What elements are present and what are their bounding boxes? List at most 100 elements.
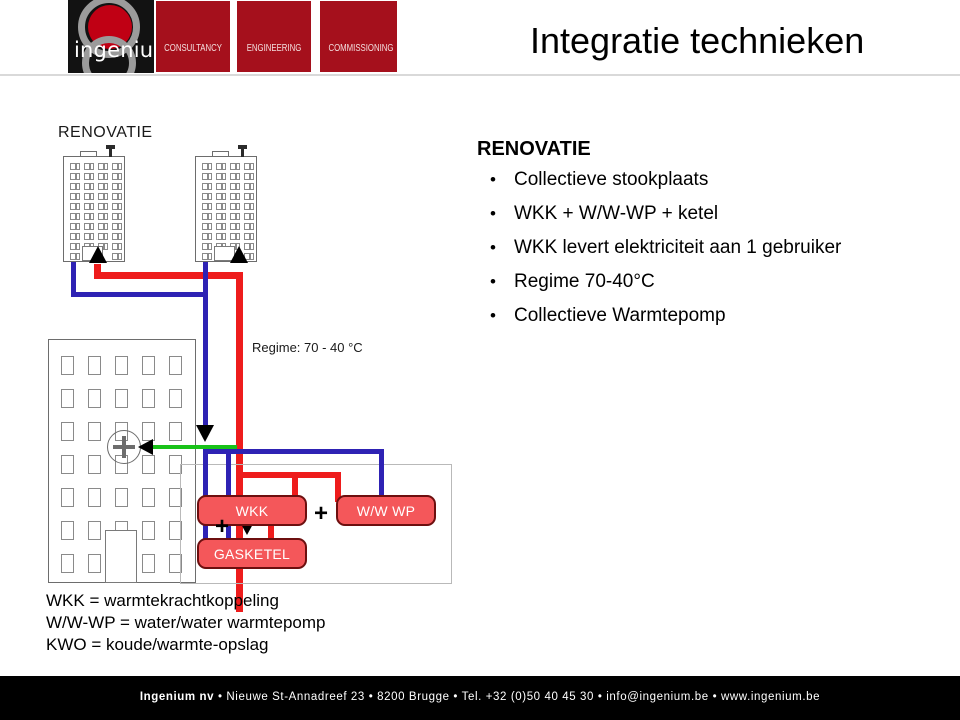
supply-arrow-right-tower: [230, 246, 248, 263]
building-window: [84, 183, 94, 190]
window-mullion: [103, 184, 105, 189]
building-window: [70, 223, 80, 230]
window-mullion: [249, 164, 251, 169]
building-window: [61, 422, 74, 441]
tab-commissioning[interactable]: COMMISSIONING: [320, 1, 397, 72]
window-mullion: [117, 234, 119, 239]
building-window: [112, 193, 122, 200]
unit-wkk-label: WKK: [235, 502, 269, 519]
building-window: [70, 163, 80, 170]
header-divider: [0, 74, 960, 76]
building-window: [112, 243, 122, 250]
unit-gasketel[interactable]: GASKETEL: [197, 538, 307, 569]
window-mullion: [103, 234, 105, 239]
tab-consultancy[interactable]: CONSULTANCY: [156, 1, 230, 72]
building-window: [142, 521, 155, 540]
window-mullion: [207, 224, 209, 229]
supply-pipe-riser-left: [94, 264, 101, 279]
building-window: [70, 193, 80, 200]
building-window: [112, 173, 122, 180]
building-window: [244, 163, 254, 170]
building-window: [112, 253, 122, 260]
building-window: [98, 233, 108, 240]
building-window: [84, 163, 94, 170]
supply-manifold-horizontal: [236, 472, 341, 478]
building-window: [88, 389, 101, 408]
building-window: [216, 193, 226, 200]
tab-commissioning-label: COMMISSIONING: [328, 43, 394, 54]
building-window: [61, 521, 74, 540]
building-window: [216, 233, 226, 240]
building-window: [61, 554, 74, 573]
building-window: [244, 183, 254, 190]
building-window: [70, 173, 80, 180]
building-window: [142, 554, 155, 573]
building-window: [202, 213, 212, 220]
window-mullion: [75, 214, 77, 219]
building-window: [98, 223, 108, 230]
building-window: [61, 488, 74, 507]
footer-email[interactable]: info@ingenium.be: [606, 691, 708, 703]
window-mullion: [75, 194, 77, 199]
building-window: [98, 163, 108, 170]
window-mullion: [249, 214, 251, 219]
supply-arrow-left-tower: [89, 246, 107, 263]
building-window: [142, 488, 155, 507]
window-mullion: [75, 184, 77, 189]
window-mullion: [249, 204, 251, 209]
building-window: [70, 233, 80, 240]
return-pipe-drop-left: [71, 262, 76, 297]
window-mullion: [235, 164, 237, 169]
building-window: [142, 356, 155, 375]
building-window: [230, 193, 240, 200]
tab-engineering-label: ENGINEERING: [246, 43, 302, 54]
window-mullion: [221, 204, 223, 209]
window-mullion: [207, 204, 209, 209]
building-window: [61, 356, 74, 375]
building-window: [216, 183, 226, 190]
unit-wkk[interactable]: WKK: [197, 495, 307, 526]
building-window: [230, 213, 240, 220]
page-title: Integratie technieken: [530, 20, 865, 61]
window-mullion: [117, 214, 119, 219]
window-mullion: [235, 224, 237, 229]
building-window: [244, 173, 254, 180]
bullet-item: Regime 70-40°C: [470, 267, 940, 297]
window-mullion: [249, 254, 251, 259]
window-mullion: [249, 224, 251, 229]
window-mullion: [221, 184, 223, 189]
building-window: [98, 173, 108, 180]
building-window: [202, 203, 212, 210]
regime-label: Regime: 70 - 40 °C: [252, 340, 363, 355]
legend-line: WKK = warmtekrachtkoppeling: [46, 591, 279, 610]
footer-city: 8200 Brugge: [377, 691, 450, 703]
window-mullion: [221, 194, 223, 199]
tower-left-antenna-top: [106, 145, 115, 149]
window-mullion: [117, 194, 119, 199]
unit-wwwp[interactable]: W/W WP: [336, 495, 436, 526]
building-window: [98, 213, 108, 220]
diagram-label: RENOVATIE: [58, 124, 153, 141]
footer-web[interactable]: www.ingenium.be: [721, 691, 820, 703]
window-mullion: [117, 204, 119, 209]
building-window: [230, 223, 240, 230]
building-window: [88, 521, 101, 540]
window-mullion: [75, 234, 77, 239]
window-mullion: [89, 224, 91, 229]
building-window: [112, 213, 122, 220]
window-mullion: [89, 164, 91, 169]
tab-engineering[interactable]: ENGINEERING: [237, 1, 311, 72]
bullet-panel: RENOVATIE Collectieve stookplaats WKK + …: [470, 138, 940, 335]
building-window: [216, 163, 226, 170]
slide-footer: Ingenium nv • Nieuwe St-Annadreef 23 • 8…: [0, 676, 960, 720]
bullet-item: Collectieve stookplaats: [470, 165, 940, 195]
building-window: [112, 233, 122, 240]
window-mullion: [207, 174, 209, 179]
electricity-meter-icon: [107, 430, 141, 464]
block-lower-door: [105, 530, 137, 583]
window-mullion: [117, 184, 119, 189]
window-mullion: [235, 174, 237, 179]
building-window: [112, 163, 122, 170]
window-mullion: [249, 174, 251, 179]
window-mullion: [75, 254, 77, 259]
